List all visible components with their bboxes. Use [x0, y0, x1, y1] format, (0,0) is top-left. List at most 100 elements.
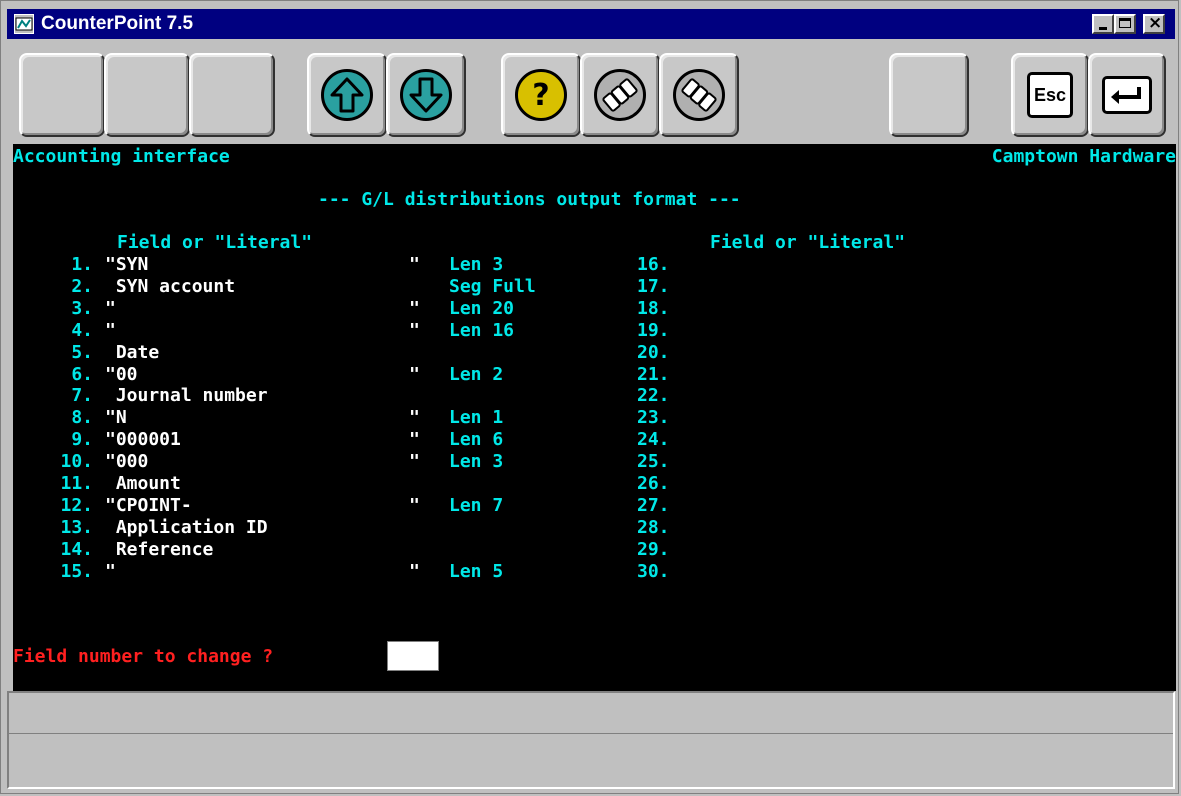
field-length-spec: Len 2 [449, 364, 504, 385]
field-length-spec: Len 20 [449, 298, 515, 319]
row-number: 13. [60, 517, 93, 538]
row-number-right: 28. [637, 517, 670, 538]
down-button[interactable] [386, 53, 466, 137]
field-length-spec: Len 3 [449, 254, 504, 275]
row-number: 5. [71, 342, 93, 363]
escape-button[interactable]: Esc [1011, 53, 1089, 137]
row-number: 15. [60, 561, 93, 582]
numeric-keypad-icon [594, 69, 646, 121]
field-value: "000001 [105, 429, 181, 450]
row-number-right: 21. [637, 364, 670, 385]
page-title: --- G/L distributions output format --- [318, 189, 741, 210]
field-length-spec: Len 3 [449, 451, 504, 472]
field-length-spec: Len 7 [449, 495, 504, 516]
close-button[interactable]: × [1143, 13, 1165, 34]
field-value: SYN account [105, 276, 236, 297]
literal-close-quote: " [409, 407, 420, 428]
field-value: Application ID [105, 517, 268, 538]
numeric-keypad-button-2[interactable] [659, 53, 739, 137]
row-number-right: 17. [637, 276, 670, 297]
literal-close-quote: " [409, 320, 420, 341]
literal-close-quote: " [409, 561, 420, 582]
esc-key-icon: Esc [1027, 72, 1073, 118]
row-number-right: 16. [637, 254, 670, 275]
row-number-right: 29. [637, 539, 670, 560]
status-divider [9, 733, 1173, 734]
row-number-right: 20. [637, 342, 670, 363]
company-name: Camptown Hardware [991, 146, 1176, 167]
row-number-right: 25. [637, 451, 670, 472]
module-name: Accounting interface [13, 146, 230, 167]
field-value: "000 [105, 451, 149, 472]
toolbar-button-blank-3[interactable] [189, 53, 275, 137]
enter-button[interactable] [1088, 53, 1166, 137]
column-header-right: Field or "Literal" [710, 232, 906, 253]
field-value: Journal number [105, 385, 268, 406]
down-arrow-icon [400, 69, 452, 121]
literal-close-quote: " [409, 429, 420, 450]
field-length-spec: Seg Full [449, 276, 536, 297]
row-number-right: 22. [637, 385, 670, 406]
toolbar-button-blank-4[interactable] [889, 53, 969, 137]
maximize-button[interactable] [1114, 14, 1136, 34]
up-button[interactable] [307, 53, 387, 137]
row-number-right: 24. [637, 429, 670, 450]
row-number-right: 27. [637, 495, 670, 516]
close-icon: × [1148, 13, 1163, 33]
toolbar-button-blank-2[interactable] [104, 53, 190, 137]
row-number: 2. [71, 276, 93, 297]
field-length-spec: Len 16 [449, 320, 515, 341]
row-number: 8. [71, 407, 93, 428]
field-value: " [105, 320, 116, 341]
app-window: CounterPoint 7.5 × ? Esc Accounting inte… [0, 0, 1179, 794]
minimize-button[interactable] [1092, 14, 1114, 34]
up-arrow-icon [321, 69, 373, 121]
row-number: 11. [60, 473, 93, 494]
row-number: 1. [71, 254, 93, 275]
question-mark-icon: ? [515, 69, 567, 121]
row-number: 14. [60, 539, 93, 560]
toolbar-button-blank-1[interactable] [19, 53, 105, 137]
row-number-right: 19. [637, 320, 670, 341]
enter-key-icon [1102, 76, 1152, 114]
title-bar[interactable]: CounterPoint 7.5 × [7, 9, 1175, 39]
terminal-screen[interactable]: Accounting interface Camptown Hardware -… [13, 144, 1176, 691]
field-number-input[interactable] [387, 641, 439, 671]
field-value: "N [105, 407, 127, 428]
row-number: 12. [60, 495, 93, 516]
field-value: " [105, 298, 116, 319]
status-area [7, 691, 1175, 789]
field-value: "SYN [105, 254, 149, 275]
literal-close-quote: " [409, 495, 420, 516]
row-number-right: 23. [637, 407, 670, 428]
field-value: " [105, 561, 116, 582]
prompt-label: Field number to change ? [13, 646, 274, 667]
window-title: CounterPoint 7.5 [41, 13, 194, 34]
numeric-keypad-icon [673, 69, 725, 121]
row-number: 6. [71, 364, 93, 385]
field-length-spec: Len 6 [449, 429, 504, 450]
toolbar: ? Esc [7, 40, 1175, 144]
field-value: Date [105, 342, 160, 363]
literal-close-quote: " [409, 298, 420, 319]
literal-close-quote: " [409, 254, 420, 275]
column-header-left: Field or "Literal" [117, 232, 313, 253]
literal-close-quote: " [409, 451, 420, 472]
numeric-keypad-button-1[interactable] [580, 53, 660, 137]
row-number-right: 18. [637, 298, 670, 319]
row-number: 10. [60, 451, 93, 472]
field-value: "CPOINT- [105, 495, 192, 516]
field-value: Amount [105, 473, 181, 494]
field-value: "00 [105, 364, 138, 385]
row-number-right: 30. [637, 561, 670, 582]
field-length-spec: Len 5 [449, 561, 504, 582]
row-number: 4. [71, 320, 93, 341]
literal-close-quote: " [409, 364, 420, 385]
app-icon[interactable] [14, 14, 34, 34]
row-number: 3. [71, 298, 93, 319]
help-button[interactable]: ? [501, 53, 581, 137]
row-number-right: 26. [637, 473, 670, 494]
row-number: 7. [71, 385, 93, 406]
field-value: Reference [105, 539, 214, 560]
row-number: 9. [71, 429, 93, 450]
